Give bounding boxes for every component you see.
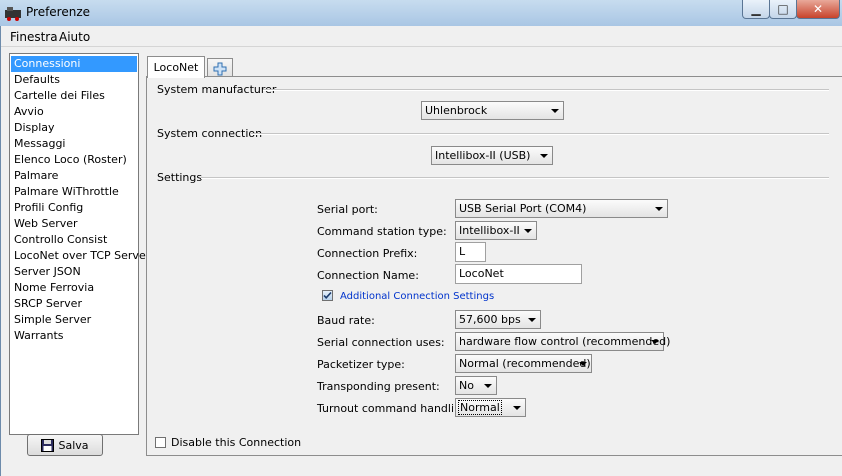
serial-port-value: USB Serial Port (COM4) bbox=[459, 202, 587, 215]
sidebar-item-profili[interactable]: Profili Config bbox=[11, 200, 137, 216]
sidebar-item-display[interactable]: Display bbox=[11, 120, 137, 136]
chevron-down-icon bbox=[655, 207, 663, 211]
menu-aiuto[interactable]: Aiuto bbox=[59, 30, 90, 44]
save-button[interactable]: Salva bbox=[27, 434, 103, 456]
sidebar-item-connessioni[interactable]: Connessioni bbox=[11, 56, 137, 72]
manufacturer-select[interactable]: Uhlenbrock bbox=[421, 101, 564, 120]
section-divider bbox=[263, 89, 829, 91]
section-settings-title: Settings bbox=[157, 171, 203, 184]
tab-loconet[interactable]: LocoNet bbox=[147, 56, 205, 78]
chevron-down-icon bbox=[551, 109, 559, 113]
turnout-handling-value: Normal bbox=[458, 400, 502, 415]
connection-value: Intellibox-II (USB) bbox=[435, 149, 531, 162]
serial-port-select[interactable]: USB Serial Port (COM4) bbox=[455, 199, 668, 218]
preferences-sidebar: Connessioni Defaults Cartelle dei Files … bbox=[9, 53, 150, 435]
connection-panel: System manufacturer Uhlenbrock System co… bbox=[146, 76, 842, 456]
close-button[interactable]: ✕ bbox=[796, 0, 840, 19]
turnout-handling-label: Turnout command handling: bbox=[317, 402, 472, 415]
transponding-label: Transponding present: bbox=[317, 380, 440, 393]
save-label: Salva bbox=[58, 438, 89, 452]
serial-port-label: Serial port: bbox=[317, 203, 378, 216]
chevron-down-icon bbox=[484, 384, 492, 388]
connection-prefix-field[interactable]: L bbox=[455, 242, 486, 262]
connection-name-label: Connection Name: bbox=[317, 269, 419, 282]
sidebar-item-withrottle[interactable]: Palmare WiThrottle bbox=[11, 184, 137, 200]
sidebar-item-ferrovia[interactable]: Nome Ferrovia bbox=[11, 280, 137, 296]
transponding-value: No bbox=[459, 379, 474, 392]
packetizer-select[interactable]: Normal (recommended) bbox=[455, 354, 592, 373]
sidebar-item-web-server[interactable]: Web Server bbox=[11, 216, 137, 232]
turnout-handling-select[interactable]: Normal bbox=[455, 398, 526, 417]
packetizer-value: Normal (recommended) bbox=[459, 357, 591, 370]
section-divider bbox=[201, 177, 829, 179]
checkmark-icon bbox=[323, 291, 332, 299]
section-manufacturer-title: System manufacturer bbox=[157, 83, 277, 96]
minimize-icon: ▁ bbox=[751, 2, 761, 16]
disable-connection-checkbox[interactable] bbox=[155, 437, 166, 448]
chevron-down-icon bbox=[651, 340, 659, 344]
sidebar-item-palmare[interactable]: Palmare bbox=[11, 168, 137, 184]
baud-rate-label: Baud rate: bbox=[317, 314, 375, 327]
command-station-value: Intellibox-II bbox=[459, 224, 520, 237]
sidebar-item-warrants[interactable]: Warrants bbox=[11, 328, 137, 344]
sidebar-item-json[interactable]: Server JSON bbox=[11, 264, 137, 280]
app-icon bbox=[5, 7, 21, 21]
transponding-select[interactable]: No bbox=[455, 376, 497, 395]
sidebar-item-srcp[interactable]: SRCP Server bbox=[11, 296, 137, 312]
flow-control-select[interactable]: hardware flow control (recommended) bbox=[455, 332, 670, 351]
sidebar-item-loconet-tcp[interactable]: LocoNet over TCP Server bbox=[11, 248, 150, 264]
connection-prefix-label: Connection Prefix: bbox=[317, 247, 418, 260]
serial-connection-label: Serial connection uses: bbox=[317, 336, 445, 349]
plus-icon bbox=[213, 62, 227, 75]
chevron-down-icon bbox=[528, 318, 536, 322]
status-strip bbox=[1, 466, 842, 476]
sidebar-item-avvio[interactable]: Avvio bbox=[11, 104, 137, 120]
minimize-button[interactable]: ▁ bbox=[742, 0, 770, 19]
baud-rate-select[interactable]: 57,600 bps bbox=[455, 310, 541, 329]
maximize-icon: □ bbox=[777, 2, 789, 16]
window-body: Finestra Aiuto Connessioni Defaults Cart… bbox=[0, 26, 842, 476]
menu-finestra[interactable]: Finestra bbox=[10, 30, 58, 44]
title-bar[interactable]: Preferenze ▁ □ ✕ bbox=[0, 0, 842, 26]
add-connection-tab[interactable] bbox=[207, 58, 233, 78]
connection-name-field[interactable]: LocoNet bbox=[455, 264, 582, 284]
window-title: Preferenze bbox=[26, 5, 91, 19]
sidebar-item-messaggi[interactable]: Messaggi bbox=[11, 136, 137, 152]
section-connection-title: System connection bbox=[157, 127, 263, 140]
close-icon: ✕ bbox=[812, 2, 824, 16]
chevron-down-icon bbox=[513, 406, 521, 410]
section-divider bbox=[251, 133, 829, 135]
sidebar-item-cartelle[interactable]: Cartelle dei Files bbox=[11, 88, 137, 104]
additional-settings-checkbox[interactable] bbox=[322, 290, 333, 301]
manufacturer-value: Uhlenbrock bbox=[425, 104, 488, 117]
additional-settings-label[interactable]: Additional Connection Settings bbox=[340, 291, 494, 302]
disable-connection-label[interactable]: Disable this Connection bbox=[171, 436, 301, 449]
baud-rate-value: 57,600 bps bbox=[459, 313, 521, 326]
sidebar-item-roster[interactable]: Elenco Loco (Roster) bbox=[11, 152, 137, 168]
sidebar-item-defaults[interactable]: Defaults bbox=[11, 72, 137, 88]
floppy-icon bbox=[41, 438, 55, 452]
chevron-down-icon bbox=[540, 154, 548, 158]
packetizer-label: Packetizer type: bbox=[317, 358, 405, 371]
menu-bar: Finestra Aiuto bbox=[1, 28, 842, 47]
command-station-select[interactable]: Intellibox-II bbox=[455, 221, 537, 240]
chevron-down-icon bbox=[579, 362, 587, 366]
flow-control-value: hardware flow control (recommended) bbox=[459, 335, 671, 348]
command-station-label: Command station type: bbox=[317, 225, 447, 238]
sidebar-item-consist[interactable]: Controllo Consist bbox=[11, 232, 137, 248]
maximize-button[interactable]: □ bbox=[769, 0, 797, 19]
connection-select[interactable]: Intellibox-II (USB) bbox=[431, 146, 553, 165]
chevron-down-icon bbox=[524, 229, 532, 233]
sidebar-item-simple-server[interactable]: Simple Server bbox=[11, 312, 137, 328]
